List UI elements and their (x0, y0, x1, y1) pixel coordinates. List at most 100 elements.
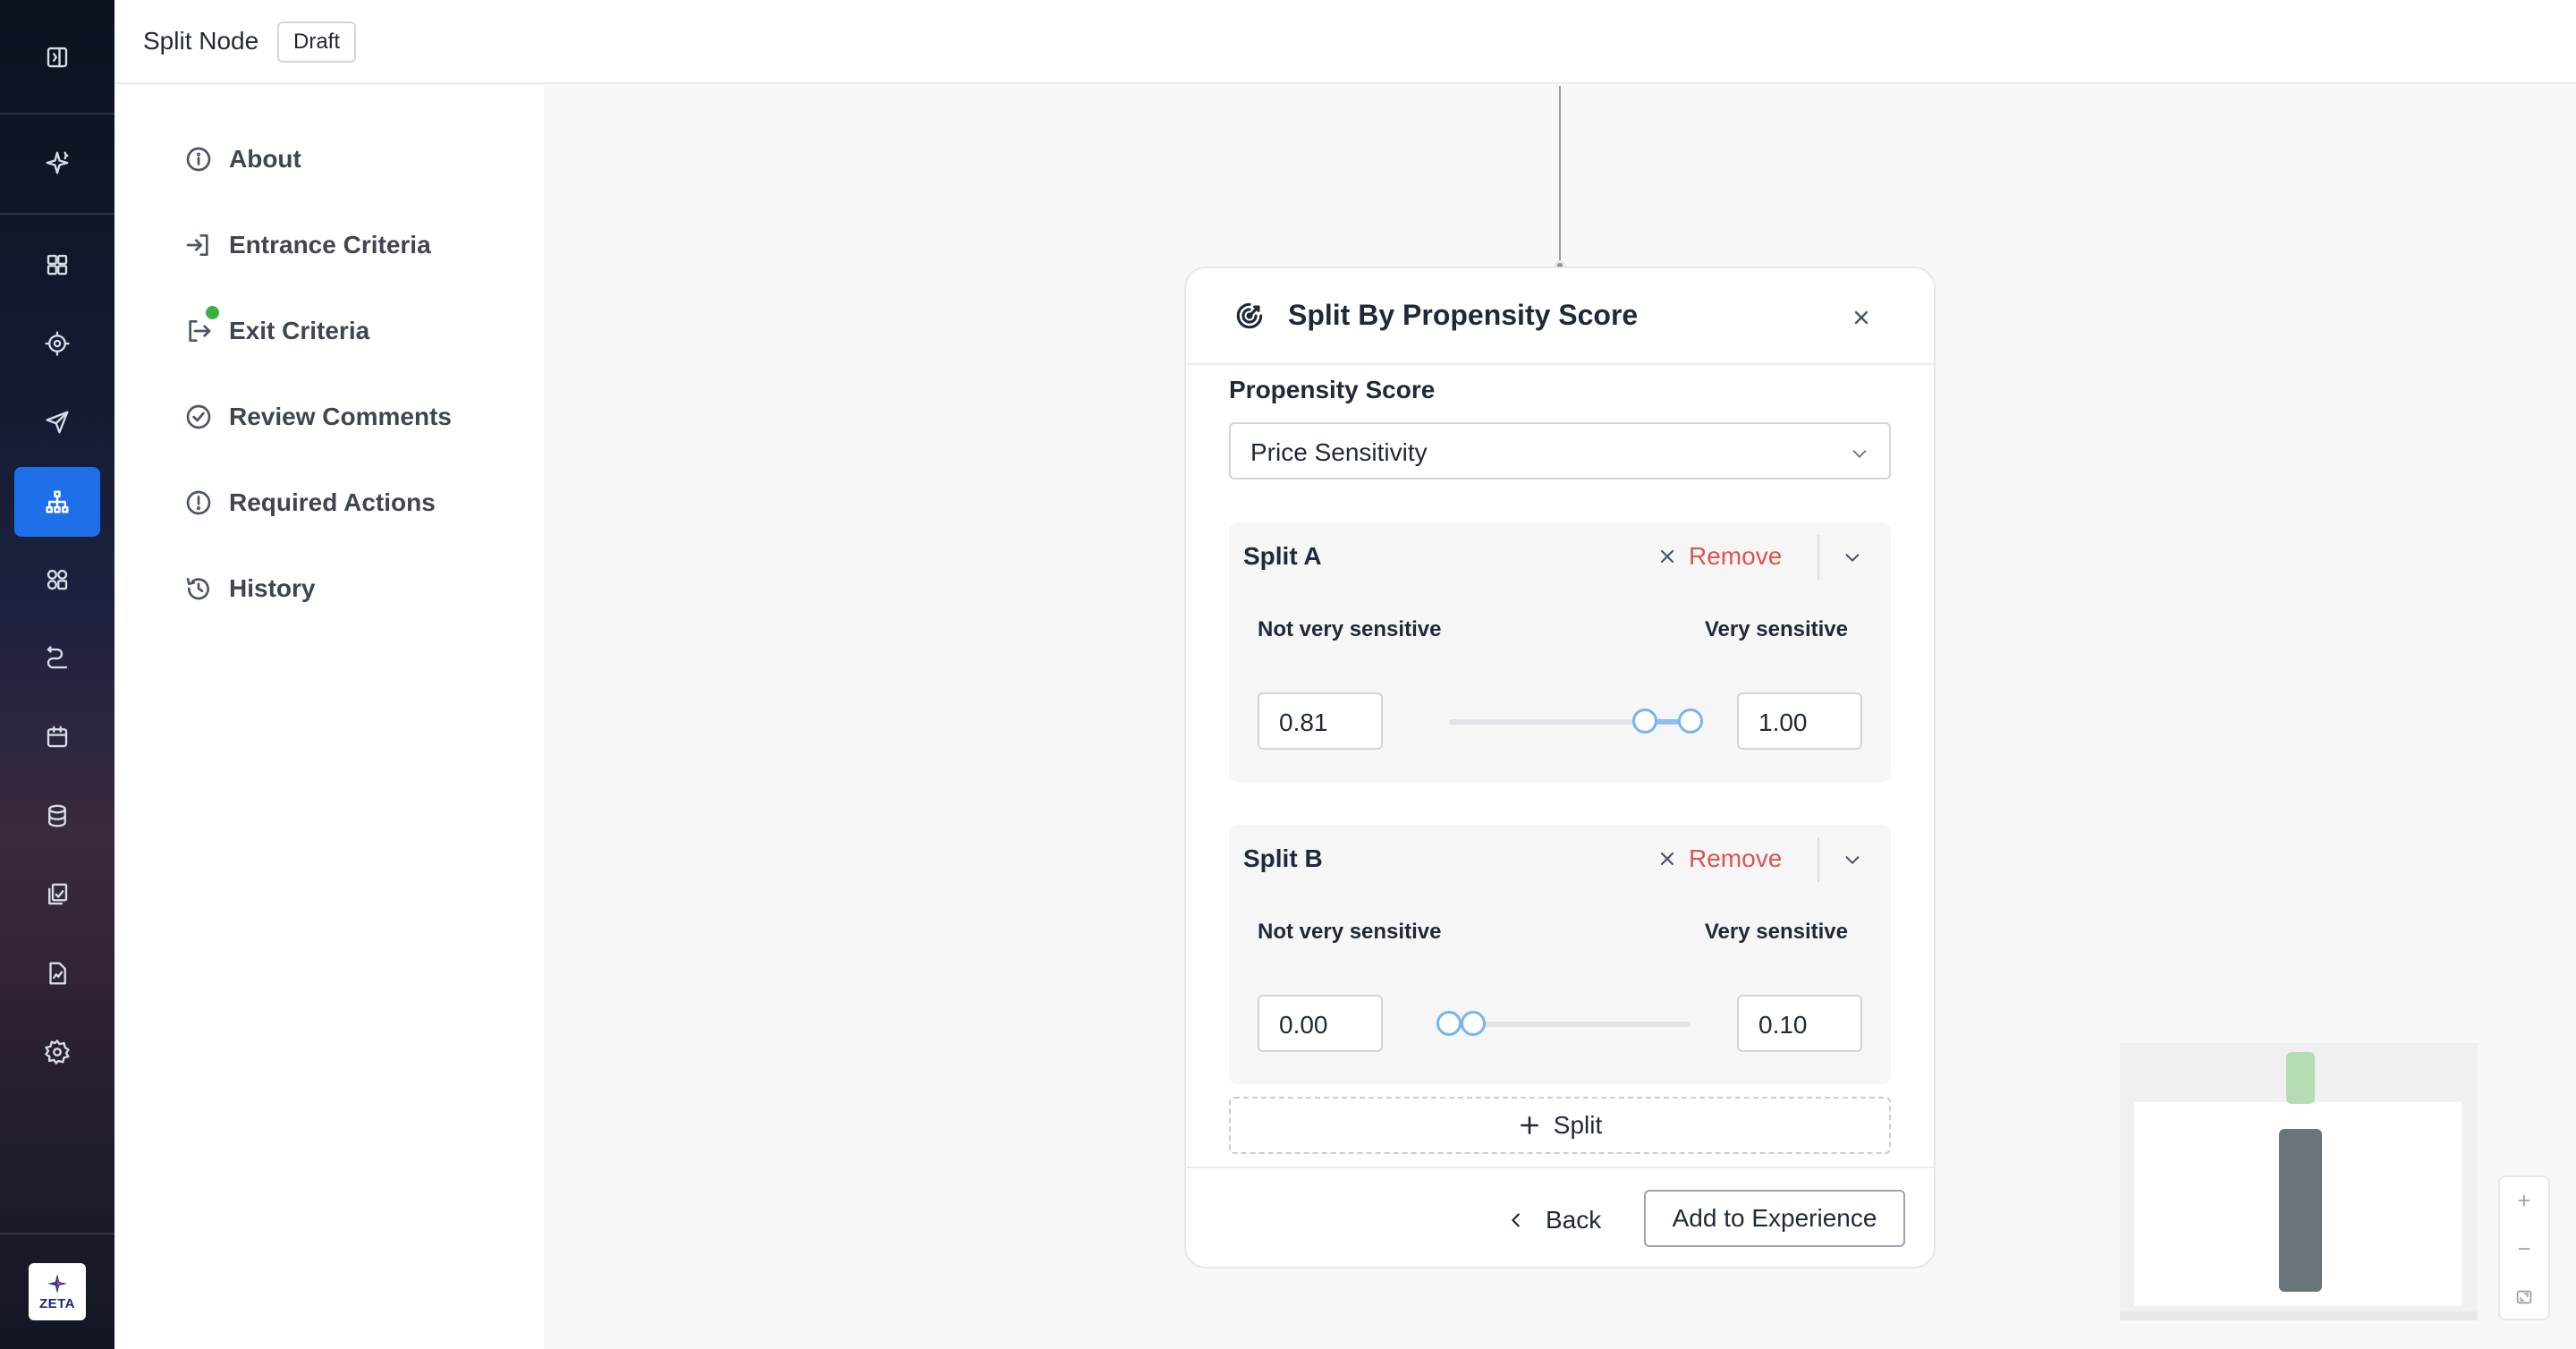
status-badge: Draft (277, 21, 357, 63)
range-max-label: Very sensitive (1704, 617, 1848, 641)
sidenav-item-label: Required Actions (229, 488, 436, 516)
range-min-label: Not very sensitive (1258, 617, 1442, 641)
app-rail: ZETA (0, 0, 114, 1349)
zoom-out-button[interactable] (2500, 1226, 2548, 1272)
send-icon[interactable] (34, 399, 80, 445)
sidenav-item-label: Review Comments (229, 403, 452, 430)
enter-icon (186, 234, 208, 256)
report-icon[interactable] (34, 950, 80, 997)
remove-split-button[interactable]: Remove (1658, 539, 1782, 574)
range-slider[interactable] (1436, 1011, 1690, 1036)
shapes-icon[interactable] (34, 556, 80, 603)
divider (1818, 535, 1819, 580)
sidenav-item-label: About (229, 145, 301, 173)
min-value-input[interactable]: 0.00 (1258, 995, 1383, 1052)
flow-connector (1559, 86, 1561, 265)
minimap[interactable] (2120, 1043, 2478, 1320)
collapse-button[interactable] (1843, 547, 1864, 569)
sparkle-icon[interactable] (34, 140, 80, 186)
chevron-down-icon (1845, 554, 1860, 562)
top-header: Split Node Draft (114, 0, 2576, 84)
fit-view-icon (2516, 1290, 2532, 1304)
divider (1818, 837, 1819, 882)
split-panel: Split By Propensity Score Propensity Sco… (1184, 267, 1936, 1268)
min-value-input[interactable]: 0.81 (1258, 692, 1383, 750)
slider-thumb-max[interactable] (1678, 708, 1703, 734)
add-split-button[interactable]: Split (1229, 1097, 1891, 1154)
panel-title: Split By Propensity Score (1288, 299, 1639, 331)
close-icon (1660, 549, 1674, 564)
library-icon[interactable] (34, 871, 80, 918)
slider-thumb-min[interactable] (1631, 708, 1657, 734)
add-to-experience-button[interactable]: Add to Experience (1644, 1190, 1905, 1247)
chevron-down-icon (1852, 450, 1867, 458)
alert-circle-icon (186, 490, 211, 515)
panel-header: Split By Propensity Score (1186, 268, 1934, 365)
slider-thumb-min[interactable] (1436, 1011, 1462, 1036)
sidenav-item-about[interactable]: About (184, 138, 301, 181)
split-title: Split B (1243, 844, 1323, 872)
sidenav-item-review-comments[interactable]: Review Comments (184, 395, 452, 438)
zeta-logo[interactable]: ZETA (29, 1263, 86, 1320)
chevron-left-icon (1512, 1213, 1520, 1227)
sidenav-item-entrance-criteria[interactable]: Entrance Criteria (184, 224, 431, 267)
database-icon[interactable] (34, 793, 80, 839)
check-circle-icon (186, 404, 211, 429)
info-icon (186, 147, 211, 172)
minimap-scrollbar[interactable] (2120, 1311, 2478, 1320)
dashboard-icon[interactable] (34, 242, 80, 288)
sidenav-item-required-actions[interactable]: Required Actions (184, 481, 436, 524)
split-card-b: Split B Remove Not very sensitive Very s… (1229, 825, 1891, 1084)
collapse-button[interactable] (1843, 850, 1864, 871)
add-split-label: Split (1553, 1111, 1603, 1139)
logo-text: ZETA (38, 1296, 76, 1311)
close-icon (1660, 852, 1674, 866)
rail-item-active[interactable] (14, 467, 100, 537)
split-card-a: Split A Remove Not very sensitive Very s… (1229, 522, 1891, 782)
page-title: Split Node (143, 27, 259, 55)
remove-label: Remove (1689, 844, 1783, 872)
slider-thumb-max[interactable] (1461, 1011, 1486, 1036)
max-value-input[interactable]: 0.10 (1737, 995, 1862, 1052)
rail-divider (0, 113, 114, 115)
rail-divider (0, 1233, 114, 1234)
sidenav-item-label: Entrance Criteria (229, 231, 431, 259)
select-value: Price Sensitivity (1250, 438, 1428, 466)
close-icon (1854, 310, 1868, 325)
propensity-icon (1234, 301, 1265, 331)
panel-footer: Back Add to Experience (1186, 1167, 1934, 1267)
fit-view-button[interactable] (2500, 1274, 2548, 1320)
zoom-controls (2498, 1175, 2550, 1320)
calendar-icon[interactable] (34, 714, 80, 760)
sidenav-item-history[interactable]: History (184, 567, 315, 610)
range-slider[interactable] (1449, 708, 1703, 734)
plus-icon (1520, 1116, 1538, 1134)
sidenav-item-label: History (229, 574, 316, 602)
close-button[interactable] (1848, 304, 1875, 331)
zeta-mark-icon (47, 1274, 67, 1294)
propensity-score-label: Propensity Score (1229, 376, 1436, 403)
chevron-down-icon (1845, 856, 1860, 864)
remove-split-button[interactable]: Remove (1658, 841, 1782, 877)
sidenav-item-label: Exit Criteria (229, 317, 370, 344)
max-value-input[interactable]: 1.00 (1737, 692, 1862, 750)
zoom-out-icon (2518, 1248, 2530, 1250)
range-max-label: Very sensitive (1704, 920, 1848, 944)
zoom-in-button[interactable] (2500, 1177, 2548, 1224)
status-dot (206, 306, 219, 319)
range-min-label: Not very sensitive (1258, 920, 1442, 944)
sidebar-toggle-icon[interactable] (34, 34, 80, 81)
back-label: Back (1546, 1206, 1602, 1234)
zoom-in-icon (2518, 1194, 2530, 1207)
settings-icon[interactable] (34, 1029, 80, 1075)
back-button[interactable]: Back (1506, 1199, 1601, 1242)
history-icon (186, 578, 209, 600)
split-title: Split A (1243, 542, 1322, 570)
minimap-node (2279, 1129, 2322, 1292)
journey-icon[interactable] (34, 635, 80, 682)
node-sidenav: About Entrance Criteria Exit Criteria Re… (114, 86, 544, 1349)
remove-label: Remove (1689, 542, 1783, 570)
minimap-node (2286, 1052, 2315, 1104)
target-icon[interactable] (34, 320, 80, 367)
propensity-score-select[interactable]: Price Sensitivity (1229, 422, 1891, 479)
